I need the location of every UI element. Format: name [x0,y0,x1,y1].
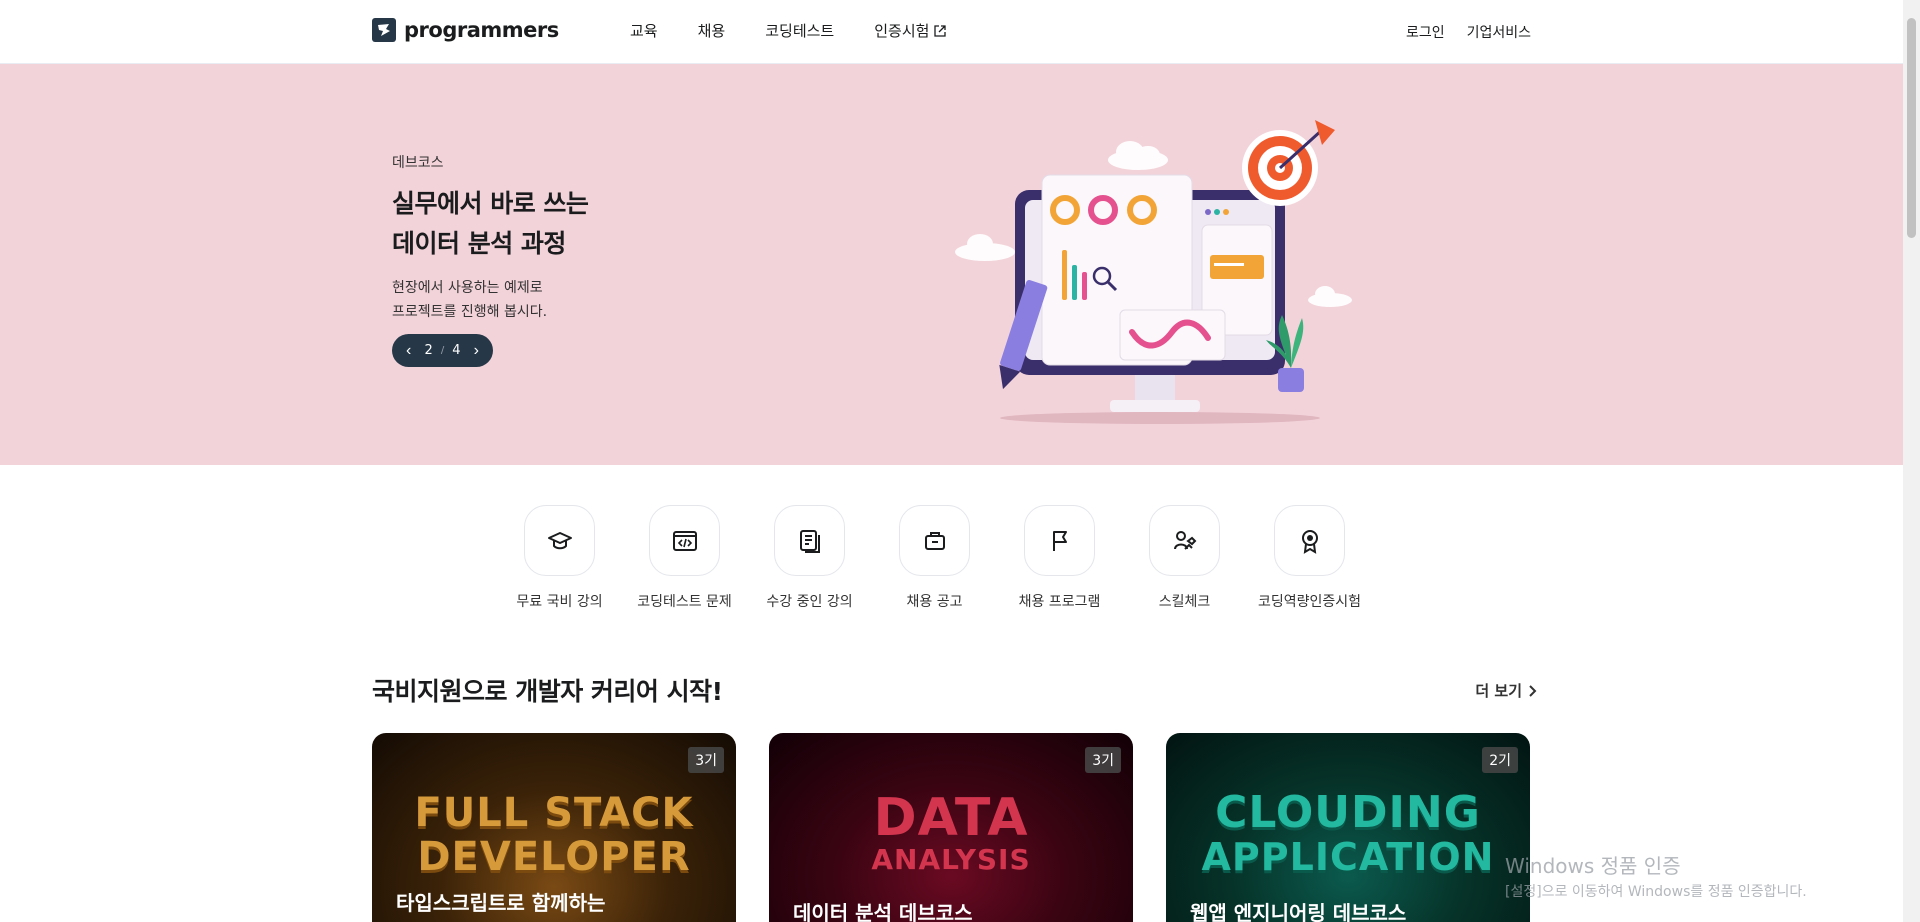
quick-icon-wrap [774,505,845,576]
quick-coding-test[interactable]: 코딩테스트 문제 [637,505,732,610]
hero-description: 현장에서 사용하는 예제로 프로젝트를 진행해 봅시다. [392,276,588,324]
programmers-logo[interactable]: programmers [372,18,559,42]
quick-label: 수강 중인 강의 [766,594,853,610]
course-logo-line2: DEVELOPER [417,834,691,880]
quick-label: 코딩역량인증시험 [1257,594,1362,610]
nav-certification-label: 인증시험 [874,22,930,40]
quick-icon-wrap [1274,505,1345,576]
chevron-right-icon [1529,684,1537,697]
pager-numbers: 2 / 4 [425,343,461,358]
hero-desc-line2: 프로젝트를 진행해 봅시다. [392,304,548,320]
page: programmers 교육 채용 코딩테스트 인증시험 로그인 기업서비스 데… [0,0,1920,922]
hero-desc-line1: 현장에서 사용하는 예제로 [392,280,543,296]
course-card[interactable]: 3기 DATA ANALYSIS 데이터 분석 데브코스 [769,733,1133,922]
quick-icon-wrap [1149,505,1220,576]
login-link[interactable]: 로그인 [1406,22,1445,42]
hero-pager: ‹ 2 / 4 › [392,334,493,367]
course-logo: DATA ANALYSIS [789,791,1113,875]
hero-eyebrow: 데브코스 [392,155,444,171]
award-badge-icon [1301,529,1318,554]
more-link[interactable]: 더 보기 [1475,680,1538,701]
course-cards: 3기 FULL STACK DEVELOPER 타입스크립트로 함께하는 3기 … [372,733,1530,922]
nav-coding-test[interactable]: 코딩테스트 [765,20,834,41]
quick-icon-wrap [649,505,720,576]
quick-coding-certification[interactable]: 코딩역량인증시험 [1258,505,1361,610]
watermark-line2: [설정]으로 이동하여 Windows를 정품 인증합니다. [1505,884,1807,900]
flag-icon [1052,530,1067,551]
hero-banner[interactable]: 데브코스 실무에서 바로 쓰는 데이터 분석 과정 현장에서 사용하는 예제로 … [0,64,1903,465]
course-logo-line2: APPLICATION [1201,835,1495,879]
quick-label: 스킬체크 [1158,594,1211,610]
quick-label: 무료 국비 강의 [516,594,603,610]
quick-icon-wrap [1024,505,1095,576]
course-card[interactable]: 3기 FULL STACK DEVELOPER 타입스크립트로 함께하는 [372,733,736,922]
course-logo-line1: DATA [873,788,1029,848]
hero-title-line1: 실무에서 바로 쓰는 [392,189,589,218]
nav-jobs[interactable]: 채용 [698,20,726,41]
hero-illustration [955,120,1352,424]
documents-icon [799,529,820,553]
prev-slide-button[interactable]: ‹ [406,342,411,359]
nav-certification[interactable]: 인증시험 [874,20,947,41]
graduation-cap-icon [547,531,572,549]
course-title: 타입스크립트로 함께하는 [396,891,606,915]
quick-job-programs[interactable]: 채용 프로그램 [1019,505,1100,610]
windows-activation-watermark: Windows 정품 인증 [설정]으로 이동하여 Windows를 정품 인증… [1505,850,1807,901]
quick-skill-check[interactable]: 스킬체크 [1149,505,1220,610]
scrollbar-thumb[interactable] [1907,18,1916,238]
target-icon [1242,120,1335,206]
watermark-line1: Windows 정품 인증 [1505,854,1681,878]
course-logo: FULL STACK DEVELOPER [392,791,716,879]
site-header: programmers 교육 채용 코딩테스트 인증시험 로그인 기업서비스 [0,0,1903,64]
logo-text: programmers [404,18,559,42]
pager-current: 2 [424,343,433,358]
quick-free-course[interactable]: 무료 국비 강의 [516,505,603,610]
nav-education[interactable]: 교육 [630,20,658,41]
course-logo: CLOUDING APPLICATION [1186,787,1510,880]
quick-label: 코딩테스트 문제 [637,594,732,610]
quick-job-postings[interactable]: 채용 공고 [899,505,970,610]
cohort-badge: 3기 [1085,747,1121,773]
quick-label: 채용 프로그램 [1018,594,1101,610]
course-card[interactable]: 2기 CLOUDING APPLICATION 웹앱 엔지니어링 데브코스 [1166,733,1530,922]
cohort-badge: 2기 [1482,747,1518,773]
hero-title: 실무에서 바로 쓰는 데이터 분석 과정 [392,184,589,264]
pager-separator: / [440,345,445,356]
main-nav: 교육 채용 코딩테스트 인증시험 [630,20,947,41]
pager-total: 4 [452,343,461,358]
course-title: 데이터 분석 데브코스 [793,901,973,922]
quick-my-courses[interactable]: 수강 중인 강의 [766,505,853,610]
header-actions: 로그인 기업서비스 [1406,22,1531,42]
cohort-badge: 3기 [688,747,724,773]
course-logo-line1: CLOUDING [1215,787,1481,838]
external-link-icon [934,24,947,37]
next-slide-button[interactable]: › [474,342,479,359]
logo-mark-icon [372,18,396,42]
quick-menu: 무료 국비 강의 코딩테스트 문제 수강 중인 강의 채용 공고 채용 프로그램 [516,505,1361,610]
briefcase-icon [924,531,945,550]
business-service-link[interactable]: 기업서비스 [1467,22,1531,42]
quick-icon-wrap [524,505,595,576]
vertical-scrollbar[interactable] [1903,0,1920,922]
more-link-label: 더 보기 [1475,682,1522,700]
course-title: 웹앱 엔지니어링 데브코스 [1190,901,1407,922]
code-window-icon [672,530,697,551]
course-logo-line1: FULL STACK [414,790,694,836]
quick-icon-wrap [899,505,970,576]
hero-text: 데브코스 실무에서 바로 쓰는 데이터 분석 과정 현장에서 사용하는 예제로 … [392,152,589,367]
section-title: 국비지원으로 개발자 커리어 시작! [372,677,723,706]
hero-title-line2: 데이터 분석 과정 [392,229,566,258]
course-logo-line2: ANALYSIS [871,843,1031,876]
skill-check-icon [1173,530,1196,550]
quick-label: 채용 공고 [906,594,963,610]
